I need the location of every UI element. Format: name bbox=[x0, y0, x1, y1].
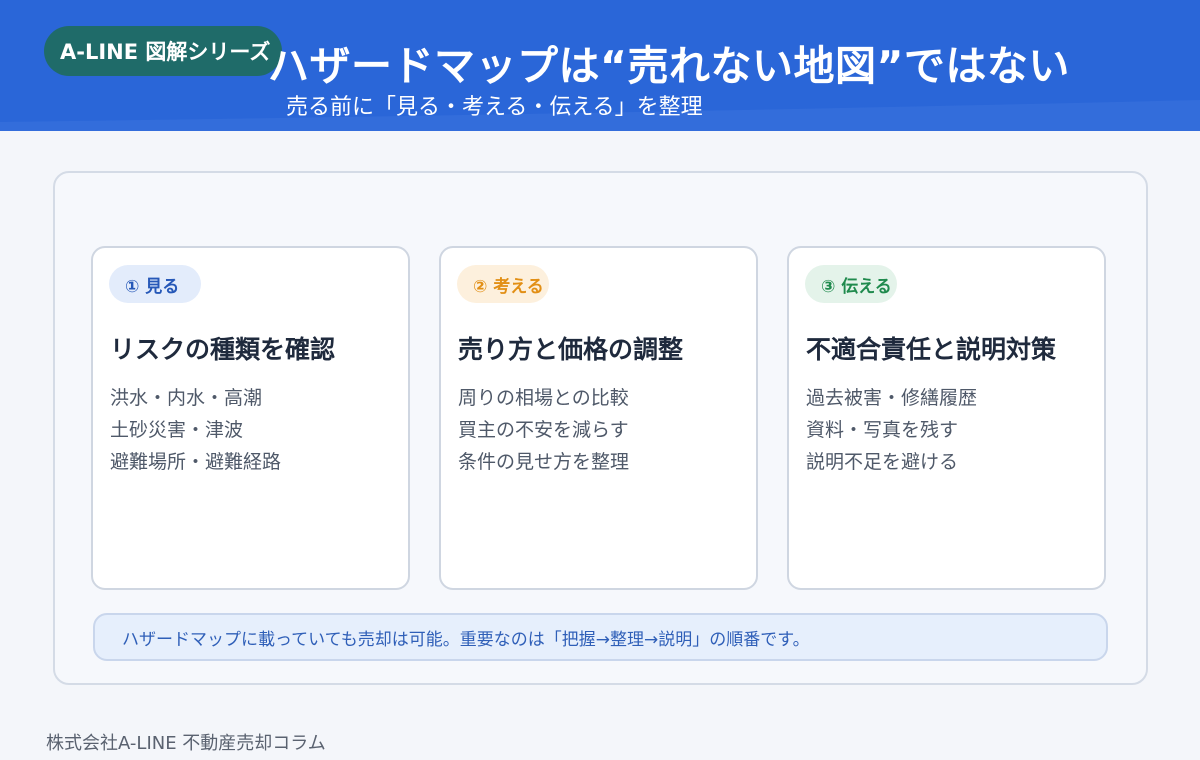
list-item: 買主の不安を減らす bbox=[458, 419, 629, 441]
footer-credit: 株式会社A-LINE 不動産売却コラム bbox=[46, 733, 326, 754]
step-card-think: ② 考える 売り方と価格の調整 周りの相場との比較 買主の不安を減らす 条件の見… bbox=[439, 246, 758, 590]
list-item: 過去被害・修繕履歴 bbox=[806, 387, 978, 409]
card-title: 売り方と価格の調整 bbox=[458, 335, 684, 364]
step-chip-see: ① 見る bbox=[109, 265, 201, 303]
page-title: ハザードマップは“売れない地図”ではない bbox=[268, 42, 1070, 90]
list-item: 洪水・内水・高潮 bbox=[110, 387, 263, 409]
step-chip-think: ② 考える bbox=[457, 265, 549, 303]
step-chip-tell: ③ 伝える bbox=[805, 265, 897, 303]
header-banner: A-LINE 図解シリーズ ハザードマップは“売れない地図”ではない 売る前に「… bbox=[0, 0, 1200, 131]
list-item: 条件の見せ方を整理 bbox=[458, 451, 630, 473]
card-item-list: 洪水・内水・高潮 土砂災害・津波 避難場所・避難経路 bbox=[110, 382, 281, 478]
card-title: 不適合責任と説明対策 bbox=[806, 335, 1057, 364]
series-badge: A-LINE 図解シリーズ bbox=[44, 26, 282, 76]
summary-note: ハザードマップに載っていても売却は可能。重要なのは「把握→整理→説明」の順番です… bbox=[93, 613, 1108, 661]
list-item: 資料・写真を残す bbox=[806, 419, 959, 441]
page-subtitle: 売る前に「見る・考える・伝える」を整理 bbox=[286, 95, 703, 120]
list-item: 避難場所・避難経路 bbox=[110, 451, 282, 473]
card-item-list: 周りの相場との比較 買主の不安を減らす 条件の見せ方を整理 bbox=[458, 382, 629, 478]
list-item: 土砂災害・津波 bbox=[110, 419, 244, 441]
card-title: リスクの種類を確認 bbox=[110, 335, 336, 364]
step-card-see: ① 見る リスクの種類を確認 洪水・内水・高潮 土砂災害・津波 避難場所・避難経… bbox=[91, 246, 410, 590]
list-item: 周りの相場との比較 bbox=[458, 387, 629, 409]
card-item-list: 過去被害・修繕履歴 資料・写真を残す 説明不足を避ける bbox=[806, 382, 977, 478]
list-item: 説明不足を避ける bbox=[806, 451, 959, 473]
step-card-tell: ③ 伝える 不適合責任と説明対策 過去被害・修繕履歴 資料・写真を残す 説明不足… bbox=[787, 246, 1106, 590]
